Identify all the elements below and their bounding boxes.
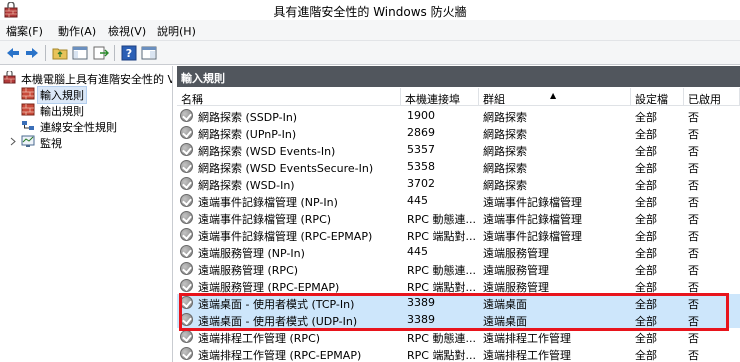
- export-list-icon[interactable]: [92, 44, 110, 62]
- table-row[interactable]: 網路探索 (WSD Events-In) 5357 網路探索 全部否: [177, 141, 740, 158]
- menu-help[interactable]: 說明(H): [157, 23, 196, 39]
- highlight-box: [179, 293, 729, 331]
- help-icon[interactable]: ?: [120, 44, 138, 62]
- show-hide-tree-icon[interactable]: [71, 44, 89, 62]
- table-row[interactable]: 網路探索 (SSDP-In) 1900 網路探索 全部否: [177, 107, 740, 124]
- monitoring-icon: [21, 135, 35, 148]
- menu-view[interactable]: 檢視(V): [108, 23, 146, 39]
- table-row[interactable]: 遠端服務管理 (RPC) RPC 動態連... 遠端服務管理 全部否: [177, 260, 740, 277]
- svg-text:?: ?: [126, 47, 132, 60]
- tree-item-monitoring[interactable]: 監視: [0, 134, 172, 150]
- table-row[interactable]: 網路探索 (WSD EventsSecure-In) 5358 網路探索 全部否: [177, 158, 740, 175]
- forward-arrow-icon[interactable]: [23, 44, 41, 62]
- table-row[interactable]: 遠端服務管理 (NP-In) 445 遠端服務管理 全部否: [177, 243, 740, 260]
- expand-arrow-icon[interactable]: [9, 135, 17, 148]
- connection-security-icon: [21, 119, 35, 132]
- inbound-rules-icon: [21, 87, 35, 100]
- column-header: 名稱 本機連接埠 群組 ▲ 設定檔 已啟用: [177, 88, 740, 106]
- table-row[interactable]: 遠端事件記錄檔管理 (RPC-EPMAP) RPC 端點對... 遠端事件記錄檔管理…: [177, 226, 740, 243]
- folder-up-icon[interactable]: [51, 44, 69, 62]
- properties-icon[interactable]: [140, 44, 158, 62]
- tree-item-outbound-rules[interactable]: 輸出規則: [0, 102, 172, 118]
- navigation-tree: 本機電腦上具有進階安全性的 V 輸入規則 輸出規則 連線安全性規則 監視: [0, 66, 173, 362]
- tree-item-connection-security-rules[interactable]: 連線安全性規則: [0, 118, 172, 134]
- menu-action[interactable]: 動作(A): [58, 23, 96, 39]
- tree-item-inbound-rules[interactable]: 輸入規則: [0, 86, 172, 104]
- table-row[interactable]: 遠端服務管理 (RPC-EPMAP) RPC 端點對... 遠端服務管理 全部否: [177, 277, 740, 294]
- title-bar: 具有進階安全性的 Windows 防火牆: [0, 0, 740, 20]
- table-row[interactable]: 網路探索 (WSD-In) 3702 網路探索 全部否: [177, 175, 740, 192]
- toolbar: ?: [0, 41, 740, 65]
- table-row[interactable]: 網路探索 (UPnP-In) 2869 網路探索 全部否: [177, 124, 740, 141]
- column-local-port[interactable]: 本機連接埠: [401, 88, 479, 106]
- pane-header: 輸入規則: [177, 66, 740, 87]
- column-name[interactable]: 名稱: [177, 88, 401, 106]
- back-arrow-icon[interactable]: [4, 44, 22, 62]
- menu-bar: 檔案(F) 動作(A) 檢視(V) 說明(H): [0, 20, 740, 41]
- table-row[interactable]: 遠端事件記錄檔管理 (RPC) RPC 動態連... 遠端事件記錄檔管理 全部否: [177, 209, 740, 226]
- column-enabled[interactable]: 已啟用: [684, 88, 740, 106]
- tree-root[interactable]: 本機電腦上具有進階安全性的 V: [0, 69, 172, 86]
- sort-ascending-icon: ▲: [550, 91, 557, 100]
- table-row[interactable]: 遠端排程工作管理 (RPC-EPMAP) RPC 端點對... 遠端排程工作管理 全部…: [177, 345, 740, 362]
- firewall-computer-icon: [3, 69, 17, 84]
- window-title: 具有進階安全性的 Windows 防火牆: [273, 5, 467, 19]
- column-profile[interactable]: 設定檔: [631, 88, 684, 106]
- menu-file[interactable]: 檔案(F): [6, 23, 43, 39]
- table-row[interactable]: 遠端事件記錄檔管理 (NP-In) 445 遠端事件記錄檔管理 全部否: [177, 192, 740, 209]
- outbound-rules-icon: [21, 103, 35, 116]
